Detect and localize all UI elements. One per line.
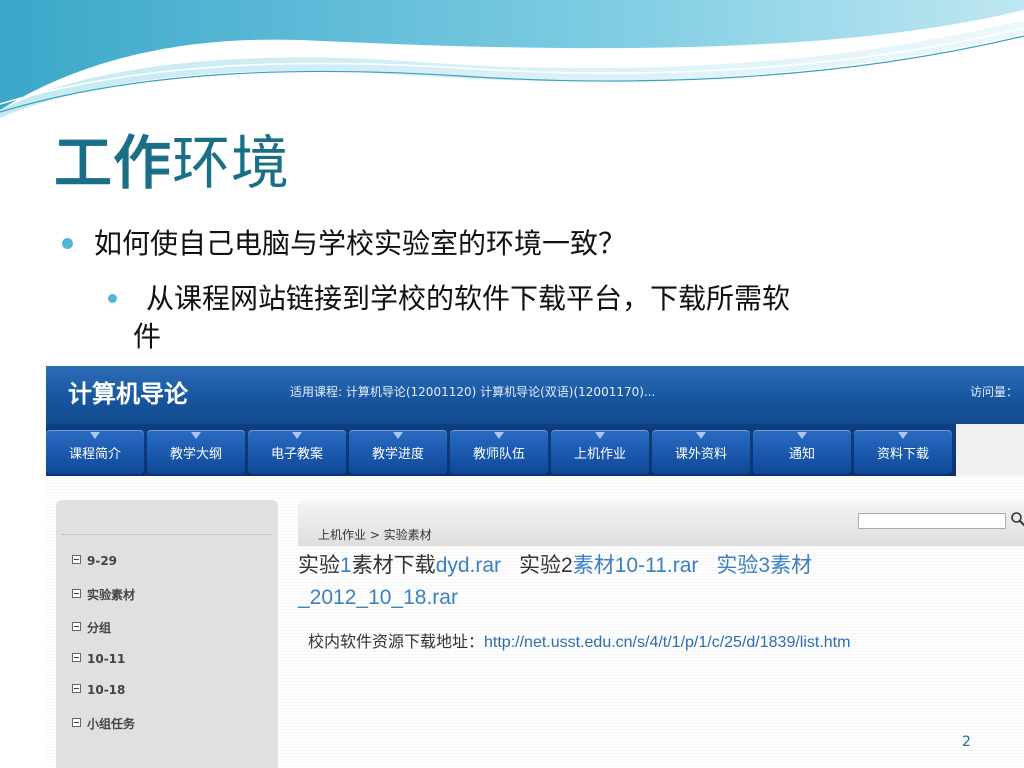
breadcrumb-bar: 上机作业 > 实验素材 [298,500,1024,546]
tree-item-label: 10-11 [87,652,126,666]
nav-item-label: 上机作业 [573,447,626,462]
file-list: 实验1素材下载dyd.rar 实验2素材10-11.rar 实验3素材 _2012_1… [298,550,998,614]
nav-item-label: 教师队伍 [472,447,525,462]
site-course-info: 适用课程: 计算机导论(12001120) 计算机导论(双语)(12001170… [290,385,656,399]
file-link-text: _2012_10_18.rar [298,586,458,609]
tree-item-label: 分组 [87,621,112,635]
nav-item-course-intro[interactable]: 课程简介 [46,430,144,474]
tree-item-label: 10-18 [87,683,126,697]
slide-title-bold: 工作 [54,129,173,197]
download-address-line: 校内软件资源下载地址：http://net.usst.edu.cn/s/4/t/… [308,628,850,652]
tree-item[interactable]: 分组 [72,619,111,636]
site-header: 计算机导论 适用课程: 计算机导论(12001120) 计算机导论(双语)(12… [46,366,1024,424]
slide-title-rest: 环境 [172,129,291,197]
tree-item-label: 实验素材 [87,588,136,602]
site-visit-count: 访问量： [970,385,1019,399]
nav-item-label: 课外资料 [674,447,727,462]
collapse-icon[interactable] [72,684,81,693]
tree-item[interactable]: 9-29 [72,554,117,568]
collapse-icon[interactable] [72,653,81,662]
nav-arrow-icon [191,432,201,439]
breadcrumb: 上机作业 > 实验素材 [318,528,432,542]
nav-arrow-icon [898,432,908,439]
nav-arrow-icon [494,432,504,439]
file-link-text: 素材10-11.rar [572,554,699,577]
bullet-level1: 如何使自己电脑与学校实验室的环境一致？ [62,224,626,264]
collapse-icon[interactable] [72,718,81,727]
nav-arrow-icon [292,432,302,439]
bullet-level2-text-line1: 从课程网站链接到学校的软件下载平台，下载所需软 [146,282,791,315]
nav-arrow-icon [797,432,807,439]
nav-item-label: 课程简介 [68,447,121,462]
nav-item-schedule[interactable]: 教学进度 [349,430,447,474]
nav-item-syllabus[interactable]: 教学大纲 [147,430,245,474]
nav-item-label: 教学大纲 [169,447,222,462]
collapse-icon[interactable] [72,555,81,564]
slide-page-number: 2 [962,734,971,750]
tree-item[interactable]: 10-11 [72,652,125,666]
nav-arrow-icon [393,432,403,439]
search-input[interactable] [858,513,1006,529]
nav-arrow-icon [90,432,100,439]
tree-item[interactable]: 小组任务 [72,715,135,732]
file-link-text: 实验 [298,554,340,577]
slide-title: 工作环境 [54,128,290,198]
file-link-text: dyd.rar [435,554,502,577]
nav-item-label: 电子教案 [270,447,323,462]
site-title: 计算机导论 [68,380,188,408]
nav-item-lecture-notes[interactable]: 电子教案 [248,430,346,474]
nav-bar-filler [956,424,1024,476]
site-body: 9-29 实验素材 分组 10-11 10-18 小组任务 上机作业 > 实验素… [46,476,1024,768]
file-link-text: 素材下载 [351,554,436,577]
tree-item[interactable]: 10-18 [72,683,125,697]
header-wave-decoration [0,0,1024,118]
file-link-text: 2 [561,554,573,577]
nav-item-notices[interactable]: 通知 [753,430,851,474]
search-icon[interactable] [1010,511,1024,527]
bullet-dot-icon [62,238,73,249]
nav-item-lab-assignments[interactable]: 上机作业 [551,430,649,474]
file-link-text: 实验 [519,554,562,577]
bullet-dot-icon [108,294,117,303]
file-link-text: 3 [758,554,771,577]
file-link-text: 实验 [716,554,759,577]
file-link-text: 素材 [770,554,813,577]
nav-arrow-icon [696,432,706,439]
nav-item-label: 通知 [788,447,815,462]
bullet-level2-text-line2: 件 [133,320,162,353]
course-website-screenshot: 计算机导论 适用课程: 计算机导论(12001120) 计算机导论(双语)(12… [46,366,1024,768]
file-link-2[interactable]: 实验2素材10-11.rar [519,554,698,577]
left-tree-panel: 9-29 实验素材 分组 10-11 10-18 小组任务 [56,500,278,768]
bullet-level1-text: 如何使自己电脑与学校实验室的环境一致？ [94,227,627,260]
bullet-level2: 从课程网站链接到学校的软件下载平台，下载所需软 件 [108,280,948,356]
tree-item-label: 小组任务 [87,717,136,731]
nav-arrow-icon [595,432,605,439]
nav-item-extra-materials[interactable]: 课外资料 [652,430,750,474]
nav-item-label: 资料下载 [876,447,929,462]
file-link-text: 1 [340,554,352,577]
tree-item[interactable]: 实验素材 [72,586,135,603]
collapse-icon[interactable] [72,589,81,598]
tree-item-label: 9-29 [87,554,118,568]
panel-divider [62,534,272,535]
nav-item-teachers[interactable]: 教师队伍 [450,430,548,474]
download-url-link[interactable]: http://net.usst.edu.cn/s/4/t/1/p/1/c/25/… [484,634,850,651]
download-label: 校内软件资源下载地址： [308,634,485,651]
collapse-icon[interactable] [72,622,81,631]
nav-item-downloads[interactable]: 资料下载 [854,430,952,474]
nav-item-label: 教学进度 [371,447,424,462]
file-link-1[interactable]: 实验1素材下载dyd.rar [298,554,501,577]
